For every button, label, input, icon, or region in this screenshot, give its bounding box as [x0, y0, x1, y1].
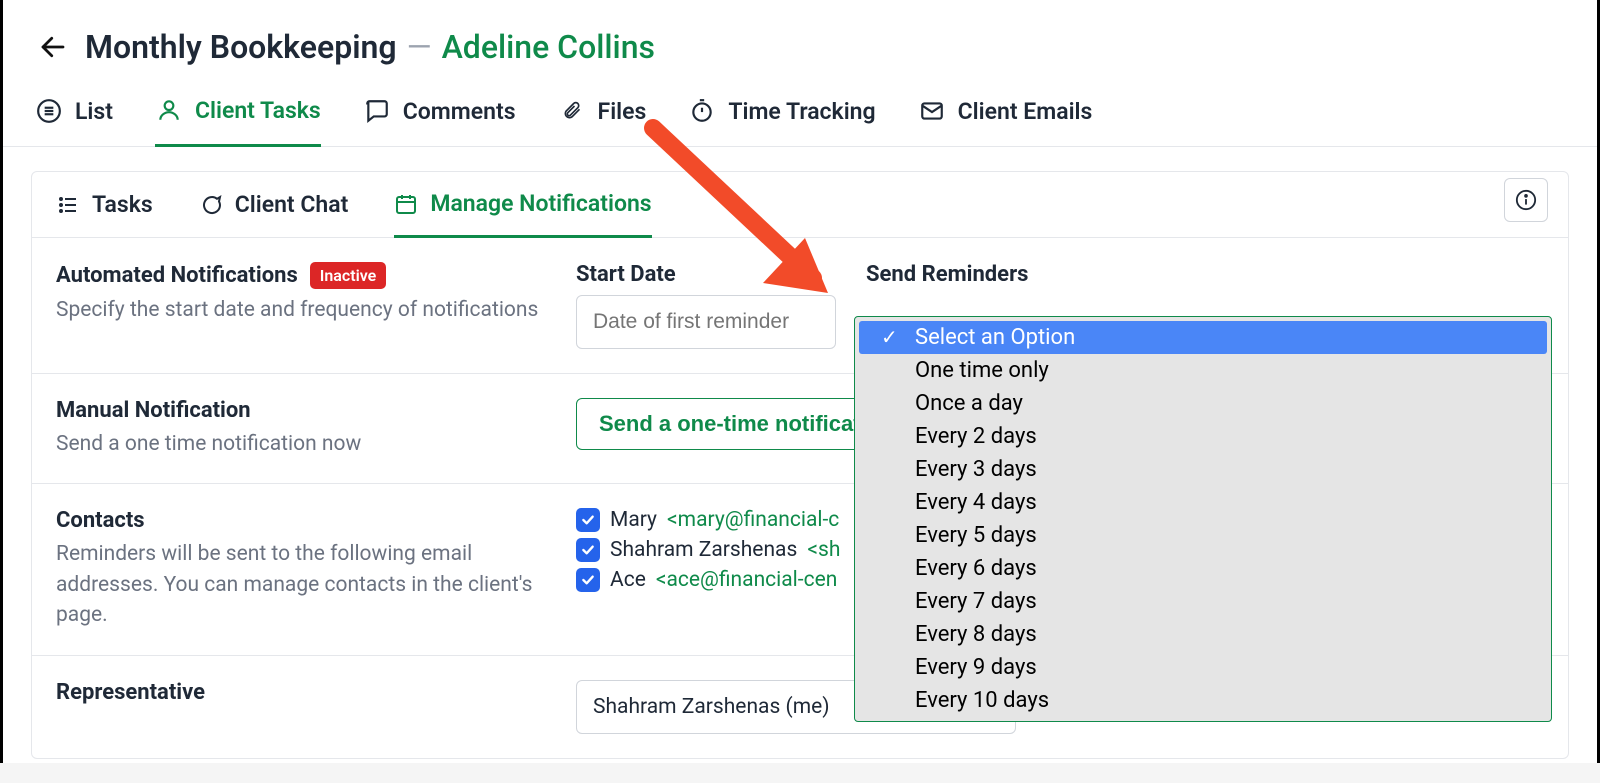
arrow-left-icon	[38, 32, 68, 62]
contact-email: <mary@financial-c	[667, 508, 839, 532]
info-button[interactable]	[1504, 178, 1548, 222]
dropdown-option[interactable]: Every 5 days	[859, 519, 1547, 552]
section-title: Contacts	[56, 508, 145, 533]
dropdown-option[interactable]: Every 7 days	[859, 585, 1547, 618]
check-icon	[580, 572, 596, 588]
section-description: Specify the start date and frequency of …	[56, 295, 556, 325]
dropdown-option[interactable]: Every 3 days	[859, 453, 1547, 486]
contact-checkbox[interactable]	[576, 568, 600, 592]
dropdown-option[interactable]: One time only	[859, 354, 1547, 387]
client-name[interactable]: Adeline Collins	[442, 28, 655, 66]
envelope-icon	[918, 97, 946, 125]
check-icon	[580, 512, 596, 528]
page-title: Monthly Bookkeeping	[85, 28, 397, 66]
contact-name: Mary	[610, 508, 657, 532]
section-title: Representative	[56, 680, 205, 705]
contact-checkbox[interactable]	[576, 538, 600, 562]
subtab-label: Tasks	[92, 191, 153, 218]
calendar-icon	[394, 192, 418, 216]
dropdown-option[interactable]: Select an Option	[859, 321, 1547, 354]
tab-label: Files	[598, 98, 647, 125]
tab-files[interactable]: Files	[558, 97, 647, 145]
dropdown-option[interactable]: Every 9 days	[859, 651, 1547, 684]
label-send-reminders: Send Reminders	[866, 262, 1544, 287]
contact-name: Shahram Zarshenas	[610, 538, 797, 562]
tab-label: Time Tracking	[728, 98, 875, 125]
contact-email: <sh	[807, 538, 840, 562]
subtab-manage-notifications[interactable]: Manage Notifications	[394, 190, 651, 238]
contact-checkbox[interactable]	[576, 508, 600, 532]
top-tabs: List Client Tasks Comments Files Time Tr…	[3, 78, 1597, 147]
list-lines-icon	[35, 97, 63, 125]
contact-name: Ace	[610, 568, 646, 592]
back-button[interactable]	[35, 29, 71, 65]
info-icon	[1515, 189, 1537, 211]
sub-tabs: Tasks Client Chat Manage Notifications	[32, 172, 1568, 238]
speech-bubble-icon	[363, 97, 391, 125]
dropdown-option[interactable]: Every 6 days	[859, 552, 1547, 585]
tab-label: Client Tasks	[195, 97, 321, 124]
task-list-icon	[56, 193, 80, 217]
dropdown-option[interactable]: Every 10 days	[859, 684, 1547, 717]
section-description: Send a one time notification now	[56, 429, 556, 459]
tab-time-tracking[interactable]: Time Tracking	[688, 97, 875, 145]
tab-label: Comments	[403, 98, 516, 125]
section-title: Automated Notifications	[56, 263, 298, 288]
paperclip-icon	[558, 97, 586, 125]
dropdown-send-reminders[interactable]: Select an OptionOne time onlyOnce a dayE…	[854, 316, 1552, 722]
person-icon	[155, 96, 183, 124]
input-start-date[interactable]	[576, 295, 836, 349]
title-separator: —	[407, 28, 432, 66]
dropdown-option[interactable]: Every 2 days	[859, 420, 1547, 453]
label-start-date: Start Date	[576, 262, 836, 287]
subtab-label: Client Chat	[235, 191, 349, 218]
status-badge-inactive: Inactive	[310, 262, 387, 289]
check-icon	[580, 542, 596, 558]
dropdown-option[interactable]: Once a day	[859, 387, 1547, 420]
dropdown-option[interactable]: Every 4 days	[859, 486, 1547, 519]
section-description: Reminders will be sent to the following …	[56, 539, 556, 630]
contact-email: <ace@financial-cen	[656, 568, 838, 592]
section-title: Manual Notification	[56, 398, 251, 423]
subtab-label: Manage Notifications	[430, 190, 651, 217]
tab-label: List	[75, 98, 113, 125]
subtab-client-chat[interactable]: Client Chat	[199, 191, 349, 236]
dropdown-option[interactable]: Every 8 days	[859, 618, 1547, 651]
tab-client-tasks[interactable]: Client Tasks	[155, 96, 321, 147]
page-title-row: Monthly Bookkeeping — Adeline Collins	[85, 28, 655, 66]
tab-comments[interactable]: Comments	[363, 97, 516, 145]
tab-label: Client Emails	[958, 98, 1093, 125]
tab-client-emails[interactable]: Client Emails	[918, 97, 1093, 145]
stopwatch-icon	[688, 97, 716, 125]
chat-bubble-icon	[199, 193, 223, 217]
tab-list[interactable]: List	[35, 97, 113, 145]
subtab-tasks[interactable]: Tasks	[56, 191, 153, 236]
